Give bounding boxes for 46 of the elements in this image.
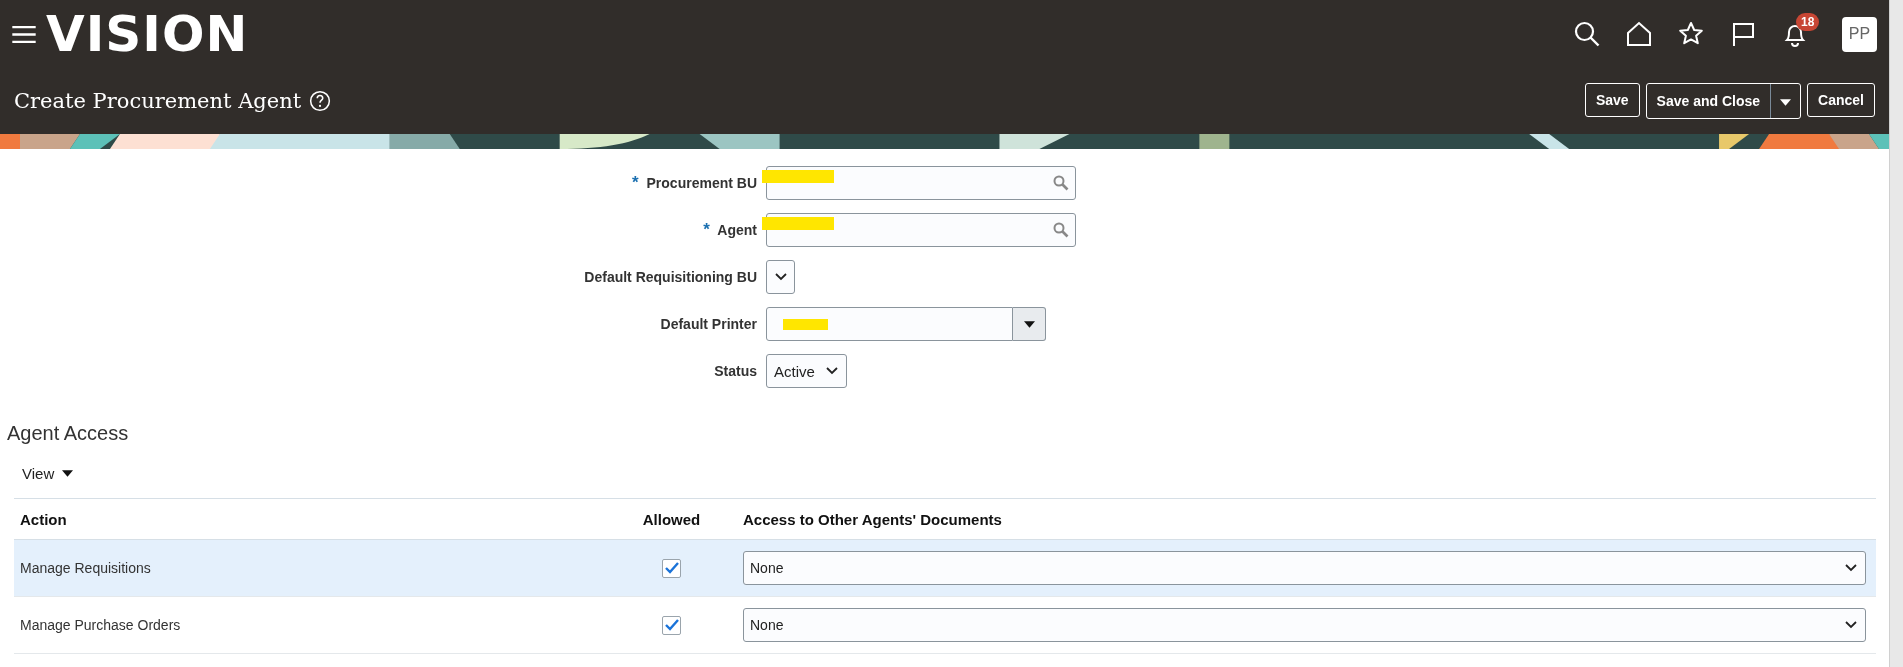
search-field[interactable] [766, 213, 1076, 247]
field-label: Default Requisitioning BU [584, 269, 757, 285]
field-label: Agent [717, 222, 757, 238]
field-label: Default Printer [660, 316, 757, 332]
action-cell: Manage Requisitions [20, 560, 151, 576]
column-header: Access to Other Agents' Documents [742, 510, 1003, 528]
table-row[interactable]: Manage Purchase Orders None [14, 597, 1876, 654]
caret-icon [62, 470, 74, 477]
help-icon[interactable] [309, 90, 332, 112]
view-menu[interactable]: View [22, 465, 74, 482]
access-select[interactable]: None [743, 551, 1866, 585]
scrollbar[interactable] [1889, 0, 1903, 667]
column-header: Allowed [641, 510, 702, 528]
section-title: Agent Access [7, 422, 130, 445]
required-marker: * [703, 220, 710, 239]
action-cell: Manage Purchase Orders [20, 617, 181, 633]
chevron-down-icon [826, 367, 838, 375]
header-button[interactable]: Cancel [1807, 83, 1875, 117]
caret-icon [1780, 99, 1792, 106]
user-avatar[interactable]: PP [1842, 16, 1877, 52]
logo[interactable]: VISION [46, 5, 249, 63]
status-select[interactable]: Active [766, 354, 847, 388]
dropdown-field[interactable] [766, 260, 795, 294]
access-select[interactable]: None [743, 608, 1866, 642]
home-icon[interactable] [1626, 21, 1652, 47]
flag-icon[interactable] [1730, 21, 1756, 47]
chevron-down-icon [1845, 621, 1857, 629]
chevron-down-icon [774, 273, 787, 281]
chevron-down-icon [1845, 564, 1857, 572]
column-header: Action [19, 510, 68, 528]
caret-icon [1023, 320, 1035, 328]
printer-field[interactable] [766, 307, 1013, 341]
page-title: Create Procurement Agent [14, 89, 302, 113]
notification-badge: 18 [1796, 13, 1820, 31]
checkbox[interactable] [662, 615, 681, 635]
field-label: Procurement BU [646, 175, 757, 191]
table-row[interactable]: Manage Requisitions None [14, 540, 1876, 597]
header-button[interactable]: Save [1584, 83, 1640, 117]
star-icon[interactable] [1678, 21, 1704, 47]
checkbox[interactable] [662, 558, 681, 578]
field-label: Status [714, 363, 757, 379]
dropdown-button[interactable] [1013, 307, 1046, 341]
menu-icon[interactable] [12, 25, 36, 43]
required-marker: * [632, 173, 639, 192]
search-field[interactable] [766, 166, 1076, 200]
search-icon[interactable] [1574, 21, 1600, 47]
